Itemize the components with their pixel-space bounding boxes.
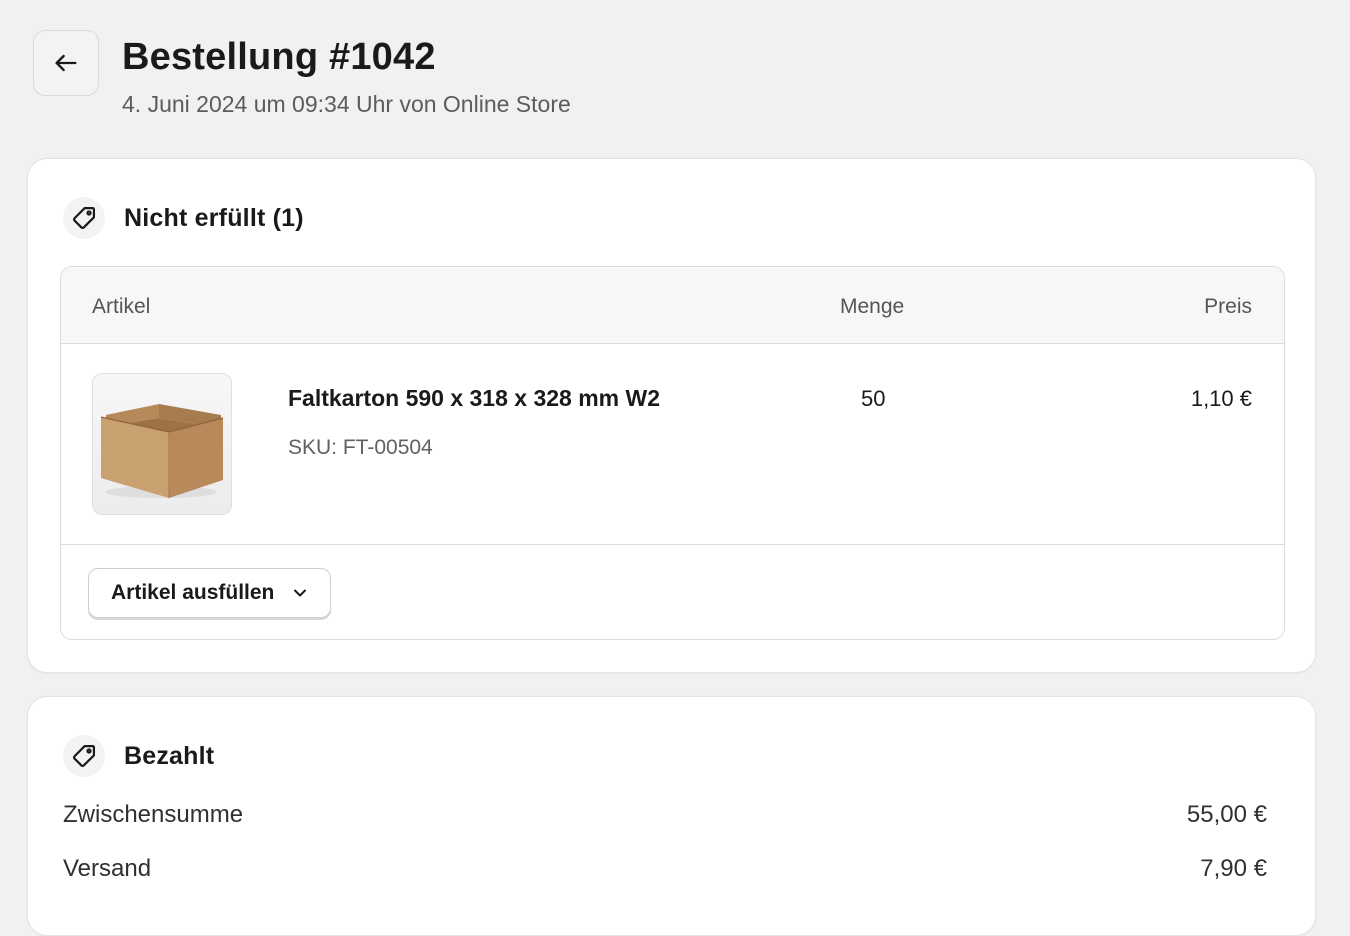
item-quantity: 50 [861, 386, 886, 411]
chevron-down-icon [294, 589, 307, 597]
page-header: Bestellung #1042 4. Juni 2024 um 09:34 U… [33, 30, 571, 118]
column-header-item: Artikel [92, 295, 151, 318]
arrow-left-icon [55, 54, 77, 72]
column-header-price: Preis [1204, 295, 1252, 318]
summary-row-subtotal: Zwischensumme 55,00 € [63, 801, 1267, 829]
line-items-footer: Artikel ausfüllen [61, 545, 1284, 639]
page-title: Bestellung #1042 [122, 36, 436, 78]
product-thumbnail [92, 373, 232, 515]
title-block: Bestellung #1042 4. Juni 2024 um 09:34 U… [122, 30, 571, 118]
line-items-header: Artikel Menge Preis [61, 267, 1284, 344]
unfulfilled-card: Nicht erfüllt (1) Artikel Menge Preis Fa… [27, 158, 1316, 673]
summary-value: 7,90 € [1200, 855, 1267, 882]
paid-title: Bezahlt [124, 741, 215, 770]
column-header-quantity: Menge [840, 295, 905, 318]
summary-value: 55,00 € [1186, 801, 1267, 828]
item-name[interactable]: Faltkarton 590 x 318 x 328 mm W2 [288, 385, 660, 412]
item-sku: SKU: FT-00504 [288, 436, 433, 459]
cardboard-box-image [100, 404, 224, 498]
paid-card-header: Bezahlt [63, 735, 214, 777]
table-row: Faltkarton 590 x 318 x 328 mm W2 SKU: FT… [61, 344, 1284, 545]
summary-label: Versand [63, 855, 152, 882]
tag-icon [63, 735, 105, 777]
page-subtitle: 4. Juni 2024 um 09:34 Uhr von Online Sto… [122, 91, 571, 117]
back-button[interactable] [33, 30, 99, 96]
tag-icon [63, 197, 105, 239]
summary-row-shipping: Versand 7,90 € [63, 855, 1267, 883]
fulfill-items-button-label: Artikel ausfüllen [111, 581, 275, 604]
paid-card: Bezahlt Zwischensumme 55,00 € Versand 7,… [27, 696, 1316, 936]
unfulfilled-title: Nicht erfüllt (1) [124, 203, 304, 232]
fulfill-items-button[interactable]: Artikel ausfüllen [88, 568, 332, 618]
line-items-table: Artikel Menge Preis Faltkarton 590 x 318… [60, 266, 1285, 640]
item-price: 1,10 € [1190, 386, 1252, 411]
unfulfilled-card-header: Nicht erfüllt (1) [63, 197, 304, 239]
summary-label: Zwischensumme [63, 801, 244, 828]
